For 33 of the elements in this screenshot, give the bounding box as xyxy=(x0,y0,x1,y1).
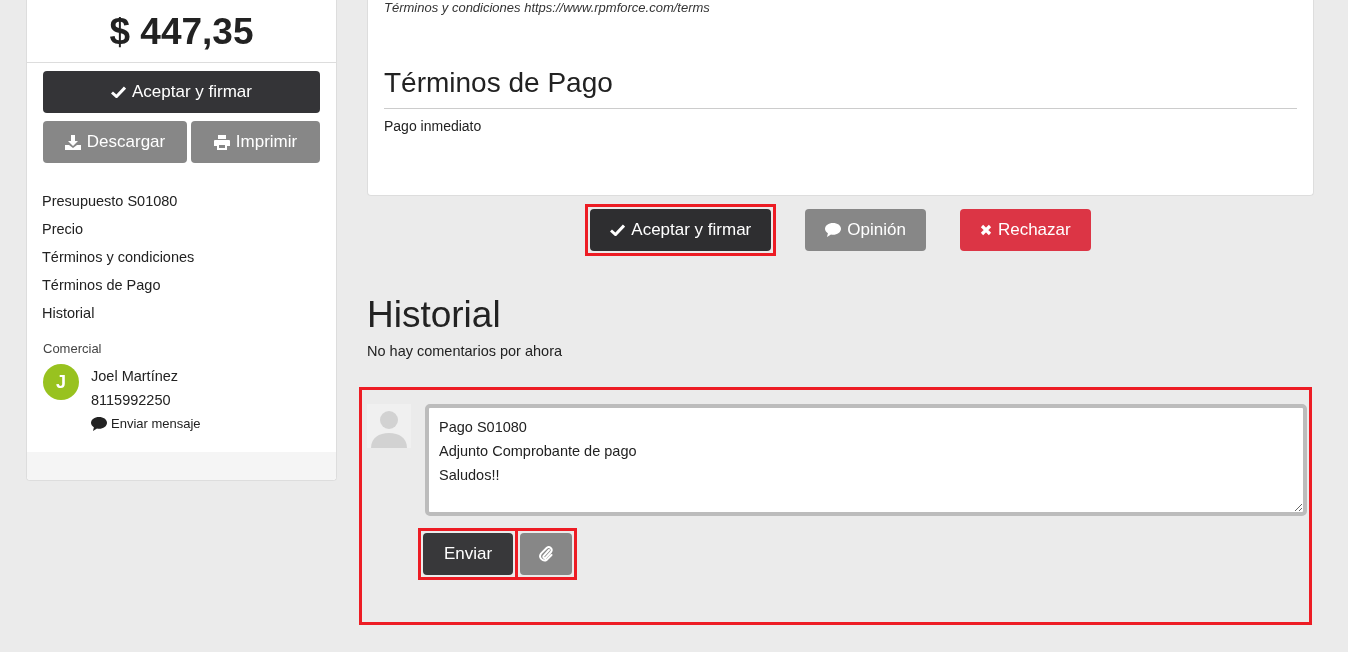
section-label: Comercial xyxy=(43,341,103,356)
empty-comments-text: No hay comentarios por ahora xyxy=(367,343,564,359)
speech-bubble-icon xyxy=(91,417,107,431)
accept-sign-button[interactable]: Aceptar y firmar xyxy=(590,209,772,251)
payment-terms-text: Pago inmediato xyxy=(384,118,483,134)
nav-link[interactable]: Términos y condiciones xyxy=(42,243,321,271)
send-button[interactable]: Enviar xyxy=(423,533,513,575)
download-icon xyxy=(64,134,81,150)
nav-link[interactable]: Historial xyxy=(42,299,321,327)
salesperson-name: Joel Martínez xyxy=(91,367,180,386)
nav-link[interactable]: Presupuesto S01080 xyxy=(42,187,321,215)
check-icon xyxy=(610,224,626,236)
feedback-button[interactable]: Opinión xyxy=(805,209,926,251)
comment-field[interactable]: Pago S01080 Adjunto Comprobante de pago Saludos!! xyxy=(425,404,1307,516)
paperclip-icon xyxy=(539,546,553,562)
nav-link[interactable]: Precio xyxy=(42,215,321,243)
reject-button[interactable]: Rechazar xyxy=(959,209,1091,251)
close-icon xyxy=(979,224,992,236)
print-button[interactable]: Imprimir xyxy=(191,121,320,163)
nav-link[interactable]: Términos de Pago xyxy=(42,271,321,299)
terms-text: Términos y condiciones https://www.rpmforce.com/terms xyxy=(384,0,711,16)
printer-icon xyxy=(213,134,230,150)
phone-number: 8115992250 xyxy=(91,391,172,410)
price-total: $ 447,35 xyxy=(27,0,336,63)
section-heading: Términos de Pago xyxy=(384,66,1297,109)
check-icon xyxy=(111,86,126,98)
download-button[interactable]: Descargar xyxy=(43,121,187,163)
accept-sign-button[interactable]: Aceptar y firmar xyxy=(43,71,320,113)
avatar-initial: J xyxy=(43,364,79,400)
section-heading: Historial xyxy=(367,293,502,337)
send-message-link[interactable]: Enviar mensaje xyxy=(91,412,201,436)
speech-bubble-icon xyxy=(825,223,842,237)
user-silhouette-icon xyxy=(367,404,411,448)
